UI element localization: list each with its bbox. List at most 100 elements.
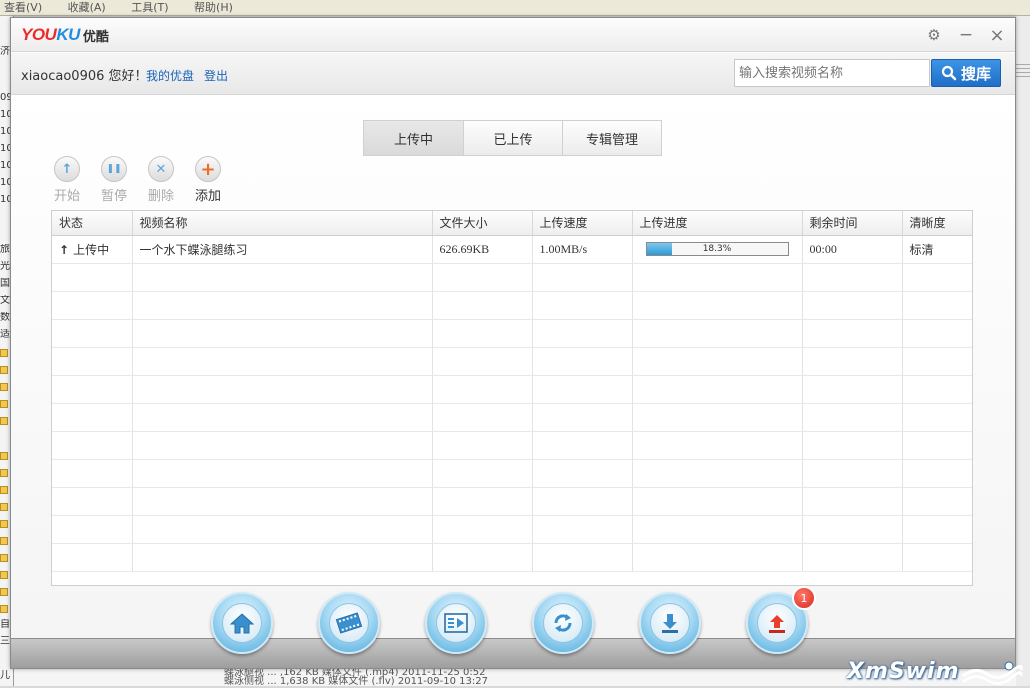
bg-menu-view: 查看(V): [4, 1, 43, 14]
upload-arrow-icon: ↑: [59, 242, 70, 257]
up-arrow-icon: ↑: [54, 156, 80, 182]
column-header-status[interactable]: 状态: [52, 211, 133, 236]
bg-menu-favorites: 收藏(A): [67, 1, 106, 14]
toolbar-delete-button[interactable]: ✕ 删除: [145, 156, 177, 204]
folder-icon[interactable]: [0, 469, 8, 477]
folder-icon[interactable]: [0, 383, 8, 391]
logo-chinese: 优酷: [82, 29, 109, 45]
empty-cell: [802, 543, 903, 572]
column-header-remaining[interactable]: 剩余时间: [802, 211, 903, 236]
empty-cell: [132, 291, 433, 320]
empty-cell: [902, 515, 972, 544]
empty-cell: [532, 459, 633, 488]
folder-icon[interactable]: [0, 554, 8, 562]
dock-video-button[interactable]: [318, 592, 380, 654]
empty-cell: [432, 431, 533, 460]
empty-table-row: [52, 319, 972, 348]
upload-progress-bar: 18.3%: [645, 242, 789, 256]
bg-tree-label: 儿: [0, 670, 10, 681]
empty-cell: [632, 263, 803, 292]
dock-refresh-button[interactable]: [532, 592, 594, 654]
row-status: 上传中: [73, 242, 110, 257]
empty-cell: [52, 347, 133, 376]
dock-home-button[interactable]: [211, 592, 273, 654]
empty-cell: [52, 319, 133, 348]
empty-cell: [802, 459, 903, 488]
empty-cell: [532, 515, 633, 544]
dock-playlist-button[interactable]: [425, 592, 487, 654]
column-header-progress[interactable]: 上传进度: [632, 211, 803, 236]
row-status-cell: ↑ 上传中: [52, 235, 133, 264]
folder-icon[interactable]: [0, 486, 8, 494]
folder-icon[interactable]: [0, 588, 8, 596]
folder-icon[interactable]: [0, 417, 8, 425]
column-header-speed[interactable]: 上传速度: [532, 211, 633, 236]
empty-cell: [632, 459, 803, 488]
folder-icon[interactable]: [0, 349, 8, 357]
dock-download-button[interactable]: [639, 592, 701, 654]
empty-cell: [532, 431, 633, 460]
empty-cell: [632, 431, 803, 460]
empty-cell: [632, 375, 803, 404]
empty-cell: [52, 291, 133, 320]
table-row[interactable]: ↑ 上传中 一个水下蝶泳腿练习 626.69KB 1.00MB/s 18.3% 0…: [52, 235, 972, 264]
empty-cell: [132, 403, 433, 432]
tab-uploaded[interactable]: 已上传: [463, 121, 562, 155]
folder-icon[interactable]: [0, 520, 8, 528]
toolbar-pause-button[interactable]: ❚❚ 暂停: [98, 156, 130, 204]
empty-cell: [132, 459, 433, 488]
toolbar-label: 暂停: [100, 189, 127, 204]
refresh-icon: [554, 614, 572, 632]
watermark-text: XmSwim: [847, 659, 960, 684]
empty-cell: [532, 291, 633, 320]
folder-icon[interactable]: [0, 605, 8, 613]
toolbar-up-arrow-button[interactable]: ↑ 开始: [51, 156, 83, 204]
tab-uploading[interactable]: 上传中: [364, 121, 463, 155]
folder-icon[interactable]: [0, 452, 8, 460]
folder-icon[interactable]: [0, 366, 8, 374]
progress-text: 18.3%: [702, 244, 732, 254]
empty-cell: [432, 319, 533, 348]
download-icon: [662, 614, 678, 633]
empty-table-row: [52, 291, 972, 320]
titlebar: YOU KU 优酷 ⚙ − ×: [11, 18, 1015, 52]
tab-album-management[interactable]: 专辑管理: [562, 121, 661, 155]
logout-link[interactable]: 登出: [204, 67, 228, 84]
empty-cell: [52, 375, 133, 404]
upload-toolbar: ↑ 开始 ❚❚ 暂停 ✕ 删除 + 添加: [51, 156, 224, 204]
bg-menu-tools: 工具(T): [131, 1, 169, 14]
delete-icon: ✕: [148, 156, 174, 182]
empty-table-row: [52, 459, 972, 488]
empty-table-row: [52, 487, 972, 516]
empty-cell: [432, 375, 533, 404]
empty-cell: [802, 403, 903, 432]
folder-icon[interactable]: [0, 571, 8, 579]
empty-table-row: [52, 403, 972, 432]
column-header-size[interactable]: 文件大小: [432, 211, 533, 236]
column-header-name[interactable]: 视频名称: [132, 211, 433, 236]
folder-icon[interactable]: [0, 537, 8, 545]
column-header-quality[interactable]: 清晰度: [902, 211, 972, 236]
empty-cell: [132, 487, 433, 516]
close-icon[interactable]: ×: [985, 23, 1009, 47]
swimmer-wave-icon: [962, 661, 1023, 685]
folder-icon[interactable]: [0, 503, 8, 511]
empty-cell: [902, 543, 972, 572]
folder-icon[interactable]: [0, 400, 8, 408]
empty-cell: [632, 487, 803, 516]
bg-menu-help: 帮助(H): [194, 1, 233, 14]
empty-cell: [902, 459, 972, 488]
search-button[interactable]: 搜库: [931, 59, 1001, 87]
minimize-icon[interactable]: −: [954, 23, 978, 47]
toolbar-label: 开始: [53, 189, 80, 204]
my-disk-link[interactable]: 我的优盘: [146, 67, 194, 84]
empty-cell: [902, 263, 972, 292]
empty-cell: [902, 431, 972, 460]
search-input[interactable]: [734, 59, 930, 87]
empty-cell: [52, 543, 133, 572]
upload-icon: [769, 615, 785, 633]
empty-cell: [802, 319, 903, 348]
settings-icon[interactable]: ⚙: [922, 23, 946, 47]
toolbar-add-button[interactable]: + 添加: [192, 156, 224, 204]
empty-cell: [52, 515, 133, 544]
